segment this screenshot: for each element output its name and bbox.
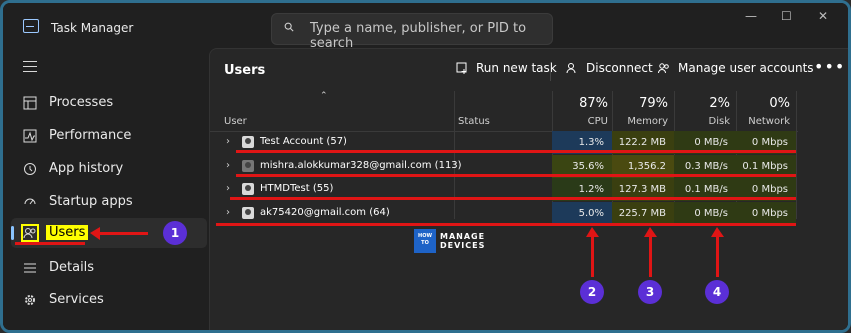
sidebar-item-label: Services [49,292,104,307]
sidebar-item-services[interactable]: Services [11,285,207,315]
column-cpu[interactable]: CPU [554,116,608,127]
annotation-arrow-left [90,227,148,240]
cpu-cell: 5.0% [552,202,612,225]
page-title: Users [224,63,266,78]
disconnect-icon [566,63,576,74]
processes-icon [23,96,37,110]
table-row[interactable]: › ak75420@gmail.com (64) 5.0% 225.7 MB 0… [210,202,798,225]
window-title: Task Manager [51,21,134,35]
disk-percent: 2% [709,96,730,111]
main-panel: Users Run new task Disconnect Manage use… [209,48,848,330]
manage-accounts-icon [658,63,669,74]
column-memory[interactable]: Memory [614,116,668,127]
column-disk[interactable]: Disk [676,116,730,127]
minimize-icon[interactable]: — [745,9,757,23]
chevron-right-icon[interactable]: › [226,136,230,147]
run-new-task-button[interactable]: Run new task [456,61,557,81]
network-cell: 0 Mbps [736,202,796,225]
startup-icon [24,198,36,205]
task-manager-icon [23,19,39,33]
user-icon [242,207,254,219]
sidebar-item-label: App history [49,161,124,176]
watermark-text: MANAGE DEVICES [440,232,486,250]
annotation-underline [216,223,796,226]
disk-cell: 0 MB/s [674,202,736,225]
column-status[interactable]: Status [458,116,490,127]
sidebar-item-details[interactable]: Details [11,253,207,283]
annotation-underline [236,150,796,153]
user-icon [242,136,254,148]
user-icon [242,183,254,195]
memory-percent: 79% [639,96,668,111]
watermark-how-to: HOW TO [414,229,436,253]
column-user[interactable]: User [224,116,247,127]
search-input[interactable]: Type a name, publisher, or PID to search [310,21,552,51]
toolbar-divider [550,63,551,81]
annotation-badge-2: 2 [580,280,604,304]
user-name: HTMDTest (55) [260,183,334,194]
sidebar-item-performance[interactable]: Performance [11,121,207,151]
run-task-icon [456,62,467,74]
annotation-badge-1: 1 [163,221,187,245]
user-name: Test Account (57) [260,136,347,147]
search-box[interactable]: Type a name, publisher, or PID to search [271,13,553,51]
run-new-task-label: Run new task [476,61,557,75]
chevron-right-icon[interactable]: › [226,183,230,194]
chevron-right-icon[interactable]: › [226,207,230,218]
annotation-arrow-up [644,227,657,277]
sidebar-item-label: Performance [49,128,132,143]
table-header: ⌃ User Status 87% CPU 79% Memory 2% Disk… [210,91,798,132]
details-icon [24,263,36,273]
annotation-badge-4: 4 [705,280,729,304]
cpu-percent: 87% [579,96,608,111]
network-percent: 0% [769,96,790,111]
annotation-arrow-up [711,227,724,277]
close-icon[interactable]: ✕ [818,9,828,23]
disconnect-button[interactable]: Disconnect [566,61,653,81]
annotation-arrow-up [586,227,599,277]
user-avatar-icon [242,160,254,172]
performance-icon [23,129,37,143]
users-icon [21,224,39,242]
sidebar-item-startup-apps[interactable]: Startup apps [11,187,207,217]
annotation-underline [230,197,796,200]
title-bar: Task Manager Type a name, publisher, or … [3,3,848,51]
sidebar: Processes Performance App history Startu… [3,51,209,330]
user-name: ak75420@gmail.com (64) [260,207,390,218]
column-network[interactable]: Network [736,116,790,127]
annotation-underline [236,174,796,177]
chevron-right-icon[interactable]: › [226,160,230,171]
search-icon [284,22,294,32]
sidebar-item-processes[interactable]: Processes [11,88,207,118]
menu-icon[interactable] [23,61,37,72]
more-options-icon[interactable]: ••• [814,57,845,76]
maximize-icon[interactable]: ☐ [781,9,792,23]
sidebar-item-app-history[interactable]: App history [11,154,207,184]
sidebar-item-label: Startup apps [49,194,133,209]
manage-user-accounts-button[interactable]: Manage user accounts [658,61,814,81]
services-icon [25,295,35,305]
sidebar-item-label: Details [49,260,95,275]
sidebar-item-label: Users [46,225,89,240]
memory-cell: 225.7 MB [612,202,674,225]
manage-user-accounts-label: Manage user accounts [678,61,814,75]
app-history-icon [24,163,36,175]
watermark-logo: HOW TO MANAGE DEVICES [414,229,490,253]
sidebar-item-label: Processes [49,95,114,110]
sort-ascending-icon[interactable]: ⌃ [320,91,328,101]
annotation-underline [15,242,85,245]
disconnect-label: Disconnect [586,61,653,75]
user-name: mishra.alokkumar328@gmail.com (113) [260,160,462,171]
annotation-badge-3: 3 [638,280,662,304]
task-manager-window: Task Manager Type a name, publisher, or … [0,0,851,333]
